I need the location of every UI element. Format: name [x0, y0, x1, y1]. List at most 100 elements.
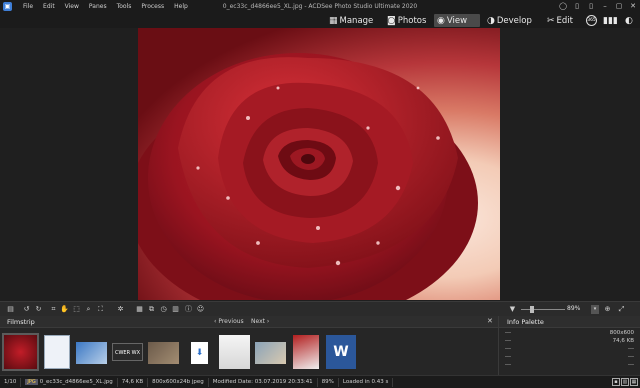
- zoom-out-icon[interactable]: ▼: [508, 305, 517, 314]
- mode-manage[interactable]: ▦ Manage: [326, 14, 376, 27]
- rotate-right-icon[interactable]: ↻: [34, 305, 43, 314]
- menu-process[interactable]: Process: [136, 3, 169, 10]
- info-row: --- ---: [505, 346, 634, 354]
- panel-right-icon[interactable]: ▯: [584, 0, 598, 13]
- settings-icon[interactable]: ✲: [116, 305, 125, 314]
- close-button[interactable]: ✕: [626, 0, 640, 13]
- info-palette-header: Info Palette: [499, 316, 640, 328]
- photos-icon: ◙: [387, 15, 396, 26]
- info-row: --- 800x600: [505, 330, 634, 338]
- image-viewer[interactable]: [0, 28, 640, 301]
- menu-panes[interactable]: Panes: [84, 3, 112, 10]
- status-filename: 0_ec33c_d4866ee5_XL.jpg: [39, 378, 113, 385]
- pan-hand-icon[interactable]: ✋: [60, 305, 69, 314]
- thumbnail-photo[interactable]: [148, 342, 179, 364]
- info-row-value: 800x600: [609, 330, 634, 336]
- app-icon[interactable]: ▣: [3, 2, 12, 11]
- filmstrip-pane: Filmstrip ‹ Previous Next › ✕ CWER WX ⬇ …: [0, 316, 498, 375]
- thumbnail-id-card[interactable]: [255, 342, 286, 364]
- fit-icon[interactable]: ⛶: [96, 305, 105, 314]
- info-row-key: ---: [505, 354, 511, 360]
- thumbnail-app-icon[interactable]: ⬇: [191, 342, 208, 364]
- select-icon[interactable]: ⬚: [72, 305, 81, 314]
- mode-bar: ▦ Manage ◙ Photos ◉ View ◑ Develop ✂ Edi…: [0, 13, 640, 28]
- zoom-dropdown[interactable]: ▾: [591, 305, 599, 314]
- info-row-key: ---: [505, 330, 511, 336]
- status-file: JPG 0_ec33c_d4866ee5_XL.jpg: [21, 377, 118, 387]
- private-view-button[interactable]: ◐: [622, 14, 638, 27]
- mode-view[interactable]: ◉ View: [434, 14, 480, 27]
- thumbnail-document[interactable]: [44, 335, 70, 369]
- grid-layout-icon[interactable]: ▦: [630, 378, 638, 386]
- thumbnail-word-icon[interactable]: W: [326, 335, 356, 369]
- status-buttons: ▪ ▥ ▦: [612, 378, 638, 386]
- face-icon[interactable]: ☺: [196, 305, 205, 314]
- next-label: Next: [251, 318, 265, 325]
- info-palette: Info Palette --- 800x600 --- 74,6 KB --- --…: [498, 316, 640, 375]
- panel-left-icon[interactable]: ▯: [570, 0, 584, 13]
- status-size: 74,6 KB: [118, 377, 149, 387]
- info-row-key: ---: [505, 338, 511, 344]
- mode-photos[interactable]: ◙ Photos: [384, 14, 429, 27]
- mode-photos-label: Photos: [397, 15, 427, 26]
- menu-view[interactable]: View: [60, 3, 84, 10]
- acdsee-365-icon[interactable]: 365: [586, 15, 597, 26]
- menu-tools[interactable]: Tools: [112, 3, 137, 10]
- menu-file[interactable]: File: [18, 3, 38, 10]
- actual-size-icon[interactable]: ⊕: [603, 305, 612, 314]
- info-palette-title: Info Palette: [507, 318, 544, 326]
- full-screen-icon[interactable]: ⤢: [617, 305, 626, 314]
- histogram-icon[interactable]: ▥: [171, 305, 180, 314]
- grid-view-icon[interactable]: ▦: [135, 305, 144, 314]
- window-controls: ◯ ▯ ▯ – ▢ ✕: [556, 0, 640, 13]
- zoom-tool-icon[interactable]: ⌕: [84, 305, 93, 314]
- info-row-value: ---: [628, 354, 634, 360]
- zoom-slider[interactable]: [521, 309, 565, 310]
- status-loaded: Loaded in 0.43 s: [339, 377, 394, 387]
- mode-develop-label: Develop: [496, 15, 532, 26]
- filmstrip-title: Filmstrip: [7, 318, 35, 326]
- menu-help[interactable]: Help: [169, 3, 193, 10]
- status-dimensions: 800x600x24b jpeg: [148, 377, 209, 387]
- info-row-value: ---: [628, 362, 634, 368]
- previous-label: Previous: [218, 318, 244, 325]
- compare-icon[interactable]: ⧉: [147, 305, 156, 314]
- thumbnail-web-banner[interactable]: CWER WX: [112, 343, 143, 361]
- edit-icon: ✂: [547, 15, 555, 26]
- dashboard-button[interactable]: ▮▮▮: [600, 14, 623, 27]
- split-view-icon[interactable]: ▥: [621, 378, 629, 386]
- zoom-slider-thumb[interactable]: [530, 306, 534, 313]
- minimize-button[interactable]: –: [598, 0, 612, 13]
- info-row: --- 74,6 KB: [505, 338, 634, 346]
- thumbnail-rose[interactable]: [2, 333, 39, 371]
- zoom-value: 89%: [567, 305, 581, 312]
- develop-icon: ◑: [487, 15, 495, 26]
- single-view-icon[interactable]: ▪: [612, 378, 620, 386]
- menu-edit[interactable]: Edit: [38, 3, 60, 10]
- rose-image: [138, 53, 478, 300]
- user-icon[interactable]: ◯: [556, 0, 570, 13]
- info-row-key: ---: [505, 362, 511, 368]
- previous-button[interactable]: ‹ Previous: [214, 318, 244, 325]
- thumbnail-blue-screen[interactable]: [76, 342, 107, 364]
- filmstrip-close-icon[interactable]: ✕: [487, 317, 493, 325]
- save-icon[interactable]: ▤: [6, 305, 15, 314]
- thumbnail-handshake[interactable]: [219, 335, 250, 369]
- status-position: 1/10: [0, 377, 22, 387]
- status-zoom: 89%: [318, 377, 339, 387]
- thumbnail-magazine[interactable]: [293, 335, 319, 369]
- clock-icon[interactable]: ◷: [159, 305, 168, 314]
- maximize-button[interactable]: ▢: [612, 0, 626, 13]
- eye-slash-icon: ◐: [625, 15, 633, 26]
- mode-edit[interactable]: ✂ Edit: [544, 14, 576, 27]
- filmstrip-header: Filmstrip ‹ Previous Next › ✕: [0, 316, 498, 328]
- info-row-value: 74,6 KB: [612, 338, 634, 344]
- crop-icon[interactable]: ⌗: [49, 305, 58, 314]
- next-button[interactable]: Next ›: [251, 318, 269, 325]
- info-row-value: ---: [628, 346, 634, 352]
- mode-develop[interactable]: ◑ Develop: [484, 14, 535, 27]
- rotate-left-icon[interactable]: ↺: [22, 305, 31, 314]
- status-bar: 1/10 JPG 0_ec33c_d4866ee5_XL.jpg 74,6 KB …: [0, 375, 640, 388]
- info-row: --- ---: [505, 362, 634, 370]
- info-icon[interactable]: ⓘ: [184, 305, 193, 314]
